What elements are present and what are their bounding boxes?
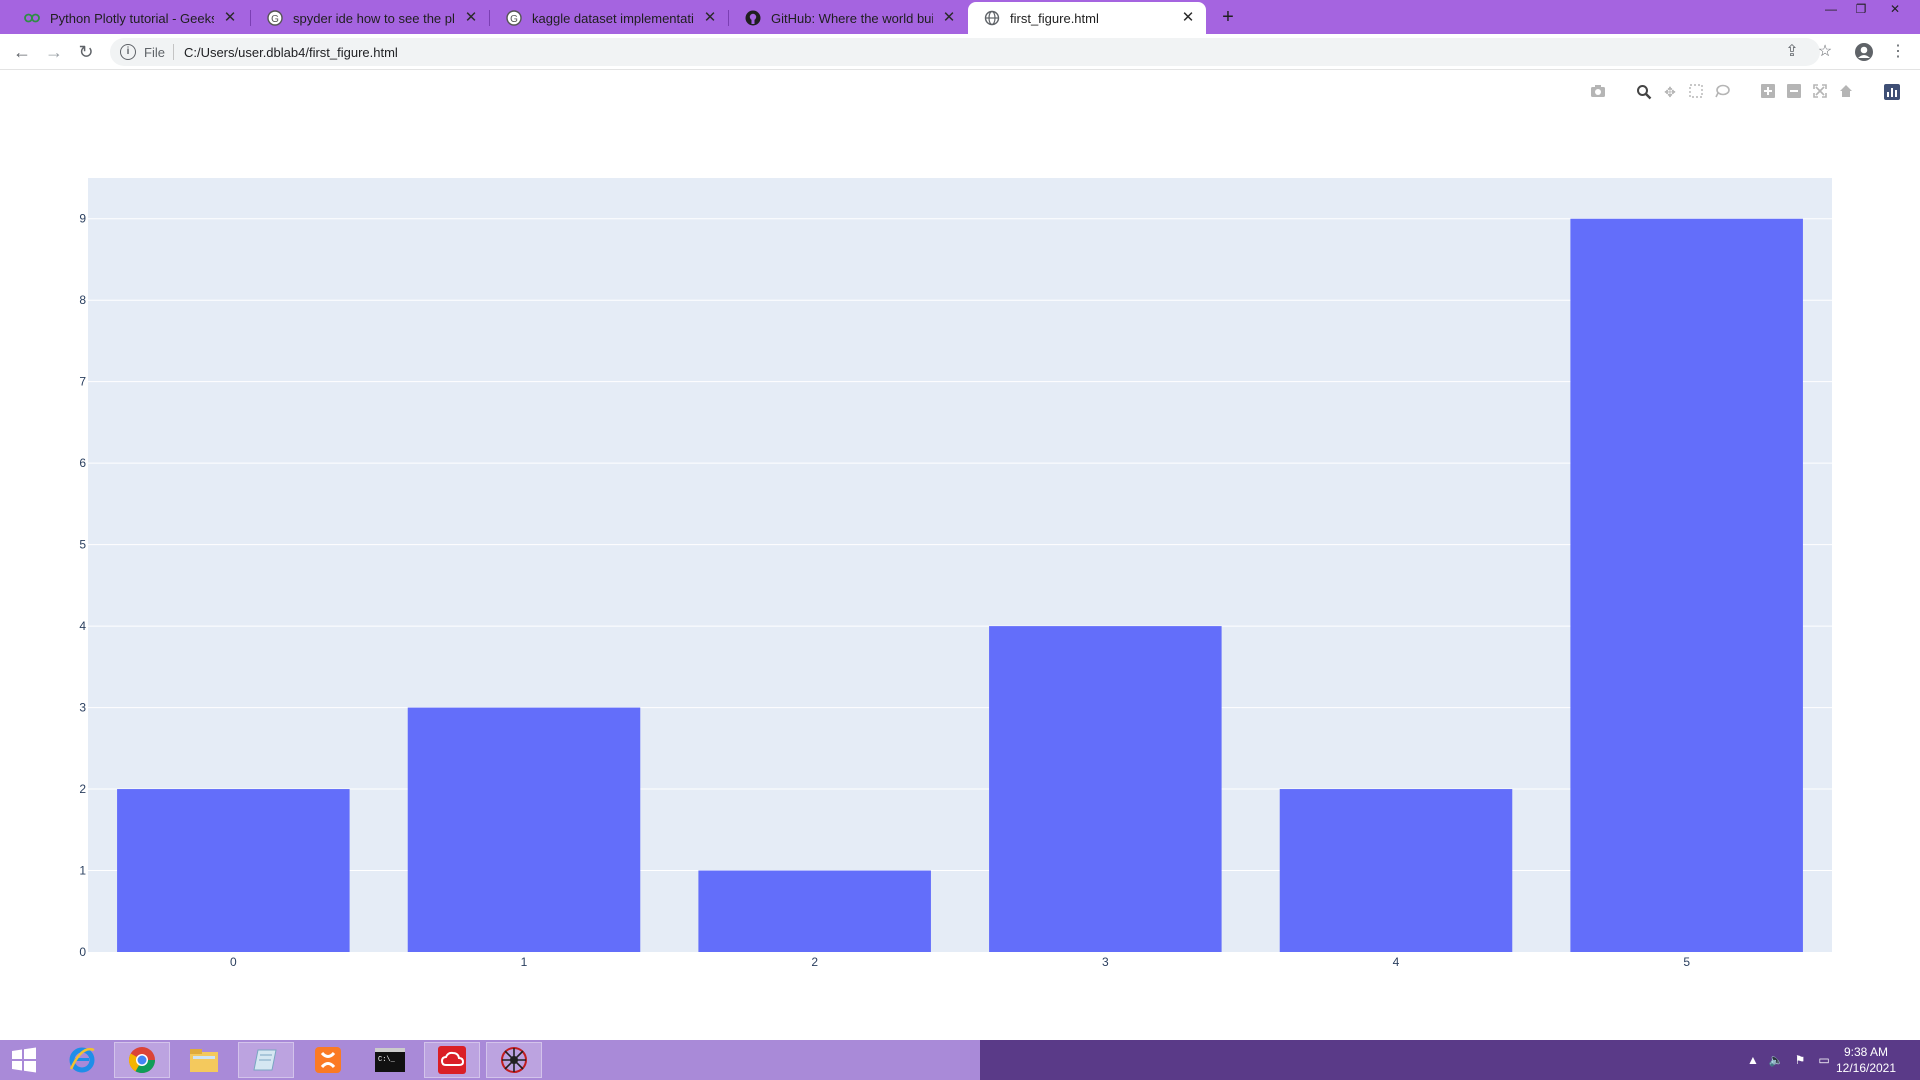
window-close-icon[interactable]: ✕ — [1880, 0, 1910, 20]
url-scheme-label: File — [144, 44, 165, 60]
bar[interactable] — [698, 870, 931, 952]
scheme-divider — [172, 44, 174, 60]
y-tick-label: 6 — [79, 456, 86, 470]
y-tick-label: 0 — [79, 945, 86, 959]
github-icon — [745, 10, 761, 26]
tab-title: kaggle dataset implementation i — [532, 10, 694, 26]
x-tick-label: 3 — [1102, 955, 1109, 969]
bar[interactable] — [989, 626, 1222, 952]
bar[interactable] — [1570, 218, 1803, 953]
restore-icon[interactable]: ❐ — [1846, 0, 1876, 20]
new-tab-button[interactable]: + — [1216, 5, 1240, 29]
close-icon[interactable]: ✕ — [463, 10, 479, 26]
tab-title: spyder ide how to see the plot g — [293, 10, 455, 26]
tab-title: Python Plotly tutorial - Geeksfor — [50, 10, 214, 26]
info-icon[interactable]: i — [120, 44, 136, 60]
x-tick-label: 2 — [811, 955, 818, 969]
tray-overflow-chevron-icon[interactable]: ▲ — [1745, 1052, 1761, 1068]
volume-icon[interactable]: 🔈 — [1768, 1052, 1784, 1068]
tab-title: first_figure.html — [1010, 10, 1099, 26]
tab-spyder-ide[interactable]: G spyder ide how to see the plot g ✕ — [251, 2, 489, 34]
xampp-icon[interactable] — [300, 1042, 356, 1078]
y-tick-label: 7 — [79, 375, 86, 389]
browser-tab-strip: Python Plotly tutorial - Geeksfor ✕ G sp… — [0, 0, 1920, 34]
clock-date: 12/16/2021 — [1835, 1061, 1897, 1075]
tab-github[interactable]: GitHub: Where the world builds s ✕ — [729, 2, 967, 34]
globe-icon — [984, 10, 1000, 26]
x-tick-label: 0 — [230, 955, 237, 969]
x-tick-label: 1 — [521, 955, 528, 969]
file-explorer-icon[interactable] — [176, 1042, 232, 1078]
address-bar[interactable]: i File C:/Users/user.dblab4/first_figure… — [110, 38, 1820, 66]
chrome-icon[interactable] — [114, 1042, 170, 1078]
minimize-icon[interactable]: — — [1816, 0, 1846, 20]
google-icon: G — [267, 10, 283, 26]
svg-text:G: G — [510, 14, 518, 25]
browser-toolbar: ← → ↻ i File C:/Users/user.dblab4/first_… — [0, 34, 1920, 70]
bar[interactable] — [1279, 789, 1513, 952]
geeksforgeeks-icon — [24, 10, 40, 26]
creative-cloud-icon[interactable] — [424, 1042, 480, 1078]
y-tick-label: 8 — [79, 293, 86, 307]
windows-taskbar: C:\_ ▲ 🔈 ⚑ ▭ 9:38 AM 12/16/2021 — [0, 1040, 1920, 1080]
bar-chart[interactable]: 0 1 2 3 4 5 6 7 8 9 0 1 2 3 4 5 — [0, 70, 1920, 1040]
profile-avatar-icon[interactable] — [1852, 40, 1876, 64]
forward-arrow-icon[interactable]: → — [42, 40, 66, 64]
tab-python-plotly-tutorial[interactable]: Python Plotly tutorial - Geeksfor ✕ — [8, 2, 248, 34]
windows-start-icon[interactable] — [0, 1042, 48, 1078]
bar[interactable] — [117, 789, 350, 952]
x-tick-label: 4 — [1393, 955, 1400, 969]
close-icon[interactable]: ✕ — [941, 10, 957, 26]
command-prompt-icon[interactable]: C:\_ — [362, 1042, 418, 1078]
close-icon[interactable]: ✕ — [702, 10, 718, 26]
share-icon[interactable]: ⇪ — [1780, 40, 1804, 64]
y-tick-label: 4 — [79, 619, 86, 633]
internet-explorer-icon[interactable] — [54, 1042, 110, 1078]
action-center-flag-icon[interactable]: ⚑ — [1792, 1052, 1808, 1068]
y-tick-label: 2 — [79, 782, 86, 796]
bar[interactable] — [407, 707, 641, 952]
y-tick-label: 1 — [79, 864, 86, 878]
google-icon: G — [506, 10, 522, 26]
svg-text:G: G — [271, 14, 279, 25]
close-icon[interactable]: ✕ — [222, 10, 238, 26]
page-content: ✥ 0123456789012345 — [0, 70, 1920, 1040]
clock-time: 9:38 AM — [1843, 1045, 1889, 1059]
notepad-icon[interactable] — [238, 1042, 294, 1078]
reload-icon[interactable]: ↻ — [74, 40, 98, 64]
tab-title: GitHub: Where the world builds s — [771, 10, 933, 26]
taskbar-clock[interactable]: 9:38 AM 12/16/2021 — [1826, 1044, 1906, 1076]
spider-app-icon[interactable] — [486, 1042, 542, 1078]
url-text[interactable]: C:/Users/user.dblab4/first_figure.html — [184, 45, 398, 60]
browser-menu-icon[interactable]: ⋮ — [1886, 40, 1910, 64]
y-tick-label: 3 — [79, 701, 86, 715]
tab-kaggle-dataset[interactable]: G kaggle dataset implementation i ✕ — [490, 2, 728, 34]
x-tick-label: 5 — [1683, 955, 1690, 969]
bookmark-star-icon[interactable]: ☆ — [1813, 40, 1837, 64]
tab-first-figure[interactable]: first_figure.html ✕ — [968, 2, 1206, 34]
y-tick-label: 5 — [79, 538, 86, 552]
back-arrow-icon[interactable]: ← — [10, 40, 34, 64]
close-icon[interactable]: ✕ — [1180, 10, 1196, 26]
y-tick-label: 9 — [79, 212, 86, 226]
svg-text:C:\_: C:\_ — [378, 1056, 396, 1064]
